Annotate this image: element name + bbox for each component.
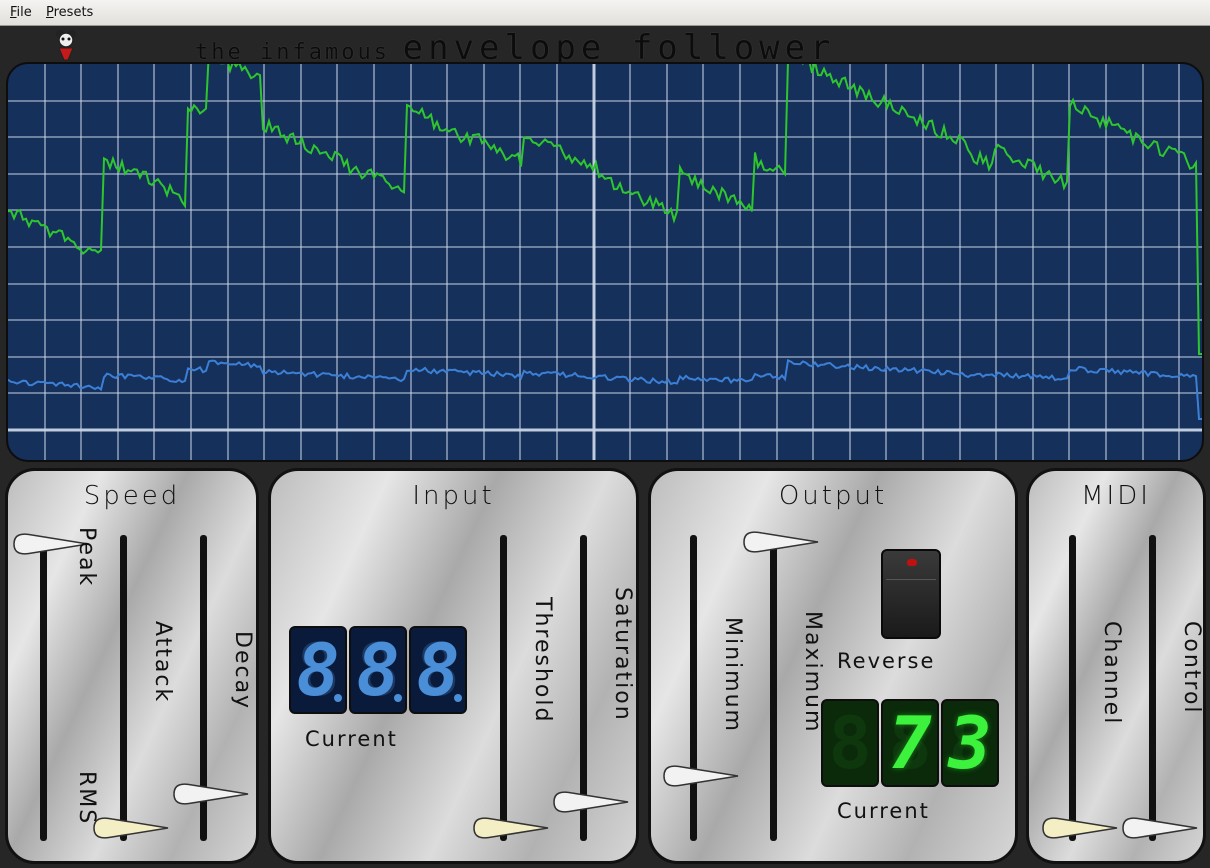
- speed-panel: Speed Peak RMS Attack Decay: [5, 468, 259, 864]
- attack-slider-knob[interactable]: [92, 815, 170, 841]
- saturation-slider-knob[interactable]: [552, 789, 630, 815]
- output-panel: Output Minimum Maximum Reverse 8 87 83 7…: [648, 468, 1018, 864]
- minimum-slider-knob[interactable]: [662, 763, 740, 789]
- scope-graph: [8, 64, 1202, 460]
- minimum-slider-track[interactable]: [690, 535, 697, 841]
- envelope-trace: [8, 64, 1202, 355]
- input-panel: Input 88 88 88 Current Threshold Saturat…: [268, 468, 639, 864]
- input-title: Input: [412, 481, 495, 511]
- threshold-slider-track[interactable]: [500, 535, 507, 841]
- channel-slider-track[interactable]: [1069, 535, 1076, 841]
- output-display-digit-2: 87: [881, 699, 939, 787]
- plugin-window: the infamous envelope follower Speed Pea…: [0, 26, 1210, 868]
- menu-presets[interactable]: Presets: [46, 5, 93, 20]
- output-current-label: Current: [837, 799, 930, 823]
- output-display-digit-1: 8: [821, 699, 879, 787]
- maximum-slider-knob[interactable]: [742, 529, 820, 555]
- menu-file[interactable]: File: [10, 5, 32, 20]
- reverse-label: Reverse: [837, 649, 936, 673]
- channel-label: Channel: [1099, 621, 1124, 726]
- midi-title: MIDI: [1081, 481, 1151, 511]
- maximum-slider-track[interactable]: [770, 535, 777, 841]
- decay-label: Decay: [230, 631, 255, 711]
- threshold-slider-knob[interactable]: [472, 815, 550, 841]
- input-signal-trace: [8, 358, 1202, 420]
- saturation-label: Saturation: [610, 587, 635, 722]
- output-display-digit-3: 83: [941, 699, 999, 787]
- midi-panel: MIDI Channel Control: [1026, 468, 1206, 864]
- mascot-logo-icon: [56, 30, 76, 61]
- control-label: Control: [1179, 621, 1204, 715]
- decay-slider-knob[interactable]: [172, 781, 250, 807]
- envelope-scope: [6, 62, 1204, 462]
- input-display-digit-1: 88: [289, 626, 347, 714]
- input-current-label: Current: [305, 727, 398, 751]
- control-slider-track[interactable]: [1149, 535, 1156, 841]
- menu-bar: File Presets: [0, 0, 1210, 26]
- attack-label: Attack: [150, 621, 175, 704]
- peak-rms-slider-track[interactable]: [40, 541, 47, 841]
- reverse-toggle[interactable]: [881, 549, 941, 639]
- input-display-digit-3: 88: [409, 626, 467, 714]
- control-slider-knob[interactable]: [1121, 815, 1199, 841]
- threshold-label: Threshold: [530, 597, 555, 724]
- speed-title: Speed: [83, 481, 181, 511]
- channel-slider-knob[interactable]: [1041, 815, 1119, 841]
- app-title: the infamous envelope follower: [195, 28, 1195, 68]
- output-title: Output: [778, 481, 888, 511]
- input-display-digit-2: 88: [349, 626, 407, 714]
- reverse-led-icon: [907, 559, 917, 566]
- minimum-label: Minimum: [720, 617, 745, 733]
- peak-label: Peak: [74, 527, 99, 588]
- attack-slider-track[interactable]: [120, 535, 127, 841]
